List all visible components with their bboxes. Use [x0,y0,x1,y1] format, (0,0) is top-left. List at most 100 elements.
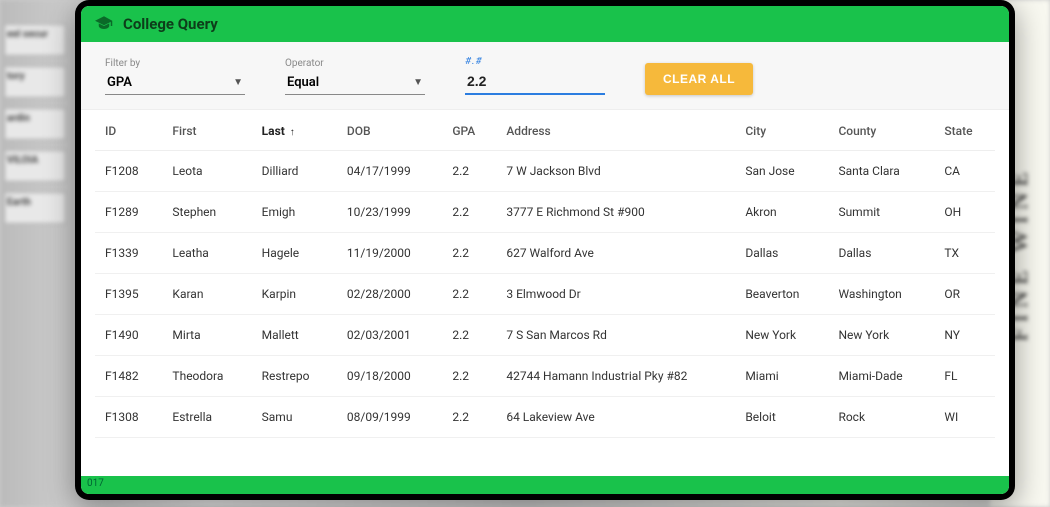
filterby-value: GPA [107,75,132,90]
cell-gpa: 2.2 [442,397,496,438]
operator-group: Operator Equal ▼ [285,58,425,95]
cell-id: F1289 [95,192,162,233]
graduation-cap-icon [95,15,113,34]
bg-spine: Earth [4,192,66,224]
operator-select[interactable]: Equal ▼ [285,71,425,95]
bg-spine: eel secur [4,24,66,56]
cell-id: F1308 [95,397,162,438]
bg-spine: ardin [4,108,66,140]
cell-county: New York [828,315,934,356]
cell-last: Restrepo [252,356,337,397]
cell-id: F1482 [95,356,162,397]
cell-last: Dilliard [252,151,337,192]
column-header[interactable]: First [162,110,251,151]
cell-last: Samu [252,397,337,438]
cell-state: TX [934,233,995,274]
cell-gpa: 2.2 [442,356,496,397]
operator-label: Operator [285,58,425,69]
sort-asc-icon: ↑ [290,127,295,138]
filterby-group: Filter by GPA ▼ [105,58,245,95]
table-head: IDFirstLast ↑DOBGPAAddressCityCountyStat… [95,110,995,151]
app-title: College Query [123,15,218,33]
laptop-frame: College Query Filter by GPA ▼ Operator E… [75,0,1015,500]
cell-county: Santa Clara [828,151,934,192]
cell-dob: 10/23/1999 [337,192,442,233]
column-header[interactable]: City [735,110,828,151]
cell-id: F1395 [95,274,162,315]
cell-last: Mallett [252,315,337,356]
cell-address: 627 Walford Ave [496,233,735,274]
table-row[interactable]: F1339LeathaHagele11/19/20002.2627 Walfor… [95,233,995,274]
bg-spine: tory [4,66,66,98]
cell-address: 3777 E Richmond St #900 [496,192,735,233]
cell-dob: 09/18/2000 [337,356,442,397]
cell-city: San Jose [735,151,828,192]
cell-last: Karpin [252,274,337,315]
cell-county: Washington [828,274,934,315]
cell-last: Emigh [252,192,337,233]
chevron-down-icon: ▼ [413,77,423,88]
cell-state: CA [934,151,995,192]
column-header[interactable]: State [934,110,995,151]
cell-county: Miami-Dade [828,356,934,397]
table-row[interactable]: F1490MirtaMallett02/03/20012.27 S San Ma… [95,315,995,356]
cell-city: Beaverton [735,274,828,315]
cell-first: Leatha [162,233,251,274]
cell-dob: 02/28/2000 [337,274,442,315]
column-header[interactable]: ID [95,110,162,151]
cell-city: Dallas [735,233,828,274]
cell-gpa: 2.2 [442,233,496,274]
bg-spine: VILOIA [4,150,66,182]
column-header[interactable]: Last ↑ [252,110,337,151]
column-header[interactable]: County [828,110,934,151]
cell-dob: 08/09/1999 [337,397,442,438]
cell-gpa: 2.2 [442,274,496,315]
table-row[interactable]: F1289StephenEmigh10/23/19992.23777 E Ric… [95,192,995,233]
cell-city: Akron [735,192,828,233]
cell-first: Stephen [162,192,251,233]
chevron-down-icon: ▼ [233,77,243,88]
cell-dob: 11/19/2000 [337,233,442,274]
cell-county: Dallas [828,233,934,274]
cell-gpa: 2.2 [442,192,496,233]
cell-first: Karan [162,274,251,315]
filterby-label: Filter by [105,58,245,69]
cell-first: Mirta [162,315,251,356]
cell-state: WI [934,397,995,438]
cell-county: Summit [828,192,934,233]
cell-dob: 02/03/2001 [337,315,442,356]
table-row[interactable]: F1208LeotaDilliard04/17/19992.27 W Jacks… [95,151,995,192]
filter-bar: Filter by GPA ▼ Operator Equal ▼ #.# CLE… [81,42,1009,110]
results-table-wrap[interactable]: IDFirstLast ↑DOBGPAAddressCityCountyStat… [81,110,1009,476]
table-row[interactable]: F1395KaranKarpin02/28/20002.23 Elmwood D… [95,274,995,315]
value-input[interactable] [465,69,605,95]
cell-first: Leota [162,151,251,192]
cell-gpa: 2.2 [442,315,496,356]
cell-state: NY [934,315,995,356]
column-header[interactable]: DOB [337,110,442,151]
cell-address: 3 Elmwood Dr [496,274,735,315]
cell-city: New York [735,315,828,356]
clear-all-button[interactable]: CLEAR ALL [645,63,753,95]
table-row[interactable]: F1482TheodoraRestrepo09/18/20002.242744 … [95,356,995,397]
cell-address: 7 W Jackson Blvd [496,151,735,192]
app-titlebar: College Query [81,6,1009,42]
column-header[interactable]: GPA [442,110,496,151]
cell-first: Theodora [162,356,251,397]
column-header[interactable]: Address [496,110,735,151]
table-row[interactable]: F1308EstrellaSamu08/09/19992.264 Lakevie… [95,397,995,438]
value-group: #.# [465,56,605,95]
cell-dob: 04/17/1999 [337,151,442,192]
status-footer: 017 [81,476,1009,494]
table-body: F1208LeotaDilliard04/17/19992.27 W Jacks… [95,151,995,438]
cell-state: OH [934,192,995,233]
cell-address: 64 Lakeview Ave [496,397,735,438]
app-screen: College Query Filter by GPA ▼ Operator E… [81,6,1009,494]
filterby-select[interactable]: GPA ▼ [105,71,245,95]
cell-state: OR [934,274,995,315]
operator-value: Equal [287,75,319,90]
cell-first: Estrella [162,397,251,438]
cell-last: Hagele [252,233,337,274]
bg-book-spines: eel secur tory ardin VILOIA Earth [0,20,70,420]
cell-city: Miami [735,356,828,397]
